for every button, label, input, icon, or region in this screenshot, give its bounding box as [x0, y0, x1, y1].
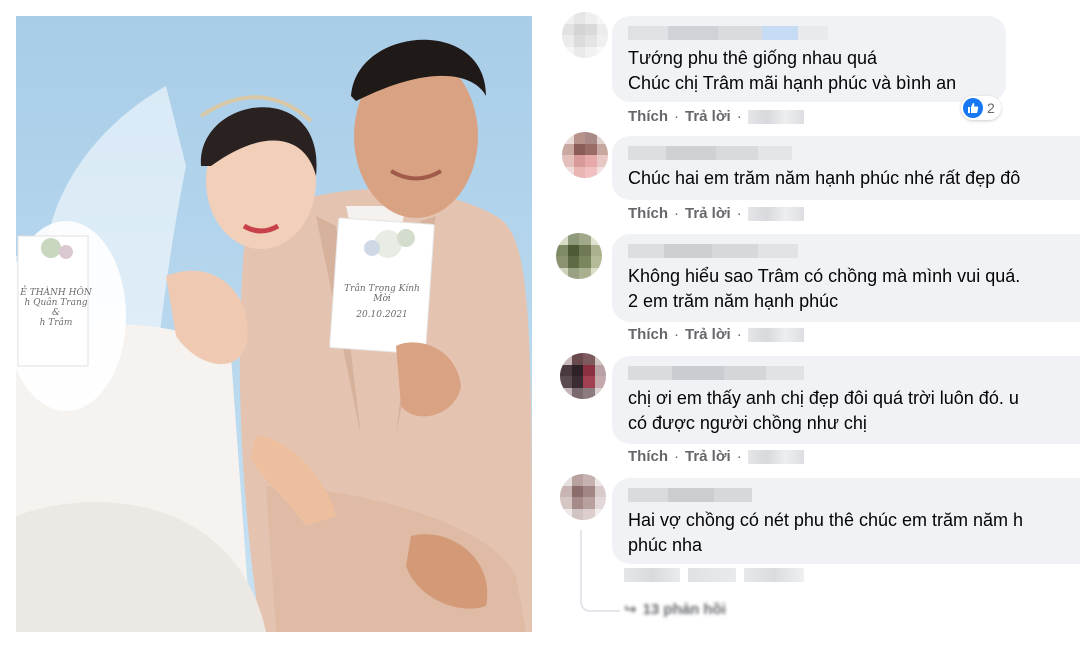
comment-text: Không hiểu sao Trâm có chồng mà mình vui…: [628, 266, 1021, 286]
blurred-actions: [624, 568, 804, 582]
separator-dot: ·: [674, 448, 679, 465]
separator-dot: ·: [674, 326, 679, 343]
comment-bubble: Hai vợ chồng có nét phu thê chúc em trăm…: [612, 478, 1080, 564]
card-left-line: Ẻ THÀNH HÔN: [20, 288, 92, 298]
comment-text: Hai vợ chồng có nét phu thê chúc em trăm…: [628, 510, 1024, 530]
comment-bubble: Không hiểu sao Trâm có chồng mà mình vui…: [612, 234, 1080, 322]
avatar[interactable]: [560, 353, 606, 399]
timestamp[interactable]: [747, 206, 804, 221]
reply-thread-line: [580, 530, 620, 612]
reply-link[interactable]: Trả lời: [685, 108, 731, 125]
comment-text: Tướng phu thê giống nhau quá: [628, 48, 878, 68]
commenter-name[interactable]: [628, 146, 1078, 160]
comment-actions: Thích · Trả lời ·: [628, 448, 804, 465]
comment-text: chị ơi em thấy anh chị đẹp đôi quá trời …: [628, 388, 1019, 408]
reaction-count[interactable]: 2: [961, 96, 1001, 120]
separator-dot: ·: [674, 108, 679, 125]
more-replies-link[interactable]: ↪ 13 phản hồi: [624, 600, 726, 619]
commenter-name[interactable]: [628, 244, 1078, 258]
comment-text: Chúc chị Trâm mãi hạnh phúc và bình an: [628, 73, 957, 93]
separator-dot: ·: [736, 448, 742, 465]
reply-link[interactable]: Trả lời: [685, 326, 731, 343]
commenter-name[interactable]: [628, 26, 992, 40]
comment-text: phúc nha: [628, 535, 703, 555]
card-right-line: 20.10.2021: [356, 310, 408, 320]
timestamp[interactable]: [747, 109, 804, 124]
wedding-photo: Ẻ THÀNH HÔN h Quân Trang & h Trâm Trân T…: [16, 16, 532, 632]
timestamp[interactable]: [747, 449, 804, 464]
avatar[interactable]: [556, 233, 602, 279]
like-thumb-icon: [963, 98, 983, 118]
invitation-card-right-text: Trân Trọng Kính Mời 20.10.2021: [342, 284, 422, 320]
commenter-name[interactable]: [628, 366, 1078, 380]
comment-text: 2 em trăm năm hạnh phúc: [628, 291, 839, 311]
comment-bubble: Tướng phu thê giống nhau quá Chúc chị Tr…: [612, 16, 1006, 102]
separator-dot: ·: [736, 205, 742, 222]
invitation-card-left-text: Ẻ THÀNH HÔN h Quân Trang & h Trâm: [16, 288, 96, 328]
card-left-line: &: [51, 308, 60, 318]
separator-dot: ·: [736, 326, 742, 343]
like-link[interactable]: Thích: [628, 326, 668, 343]
commenter-name[interactable]: [628, 488, 1078, 502]
more-replies-label: 13 phản hồi: [642, 600, 726, 618]
comment-actions: Thích · Trả lời ·: [628, 326, 804, 343]
comment-actions: Thích · Trả lời ·: [628, 205, 804, 222]
timestamp[interactable]: [747, 327, 804, 342]
separator-dot: ·: [674, 205, 679, 222]
comment-text: có được người chồng như chị: [628, 413, 867, 433]
like-link[interactable]: Thích: [628, 108, 668, 125]
comment-list: Tướng phu thê giống nhau quá Chúc chị Tr…: [550, 0, 1080, 648]
card-right-line: Trân Trọng Kính Mời: [344, 284, 420, 304]
reaction-count-value: 2: [987, 100, 995, 116]
comment-bubble: Chúc hai em trăm năm hạnh phúc nhé rất đ…: [612, 136, 1080, 200]
comment-text: Chúc hai em trăm năm hạnh phúc nhé rất đ…: [628, 168, 1021, 188]
card-left-line: h Trâm: [39, 318, 73, 328]
comment-actions: Thích · Trả lời ·: [628, 108, 804, 125]
separator-dot: ·: [736, 108, 742, 125]
card-left-line: h Quân Trang: [24, 298, 88, 308]
avatar[interactable]: [560, 474, 606, 520]
reply-link[interactable]: Trả lời: [685, 448, 731, 465]
reply-link[interactable]: Trả lời: [685, 205, 731, 222]
avatar[interactable]: [562, 132, 608, 178]
like-link[interactable]: Thích: [628, 448, 668, 465]
like-link[interactable]: Thích: [628, 205, 668, 222]
comment-bubble: chị ơi em thấy anh chị đẹp đôi quá trời …: [612, 356, 1080, 444]
reply-arrow-icon: ↪: [624, 601, 637, 618]
avatar[interactable]: [562, 12, 608, 58]
